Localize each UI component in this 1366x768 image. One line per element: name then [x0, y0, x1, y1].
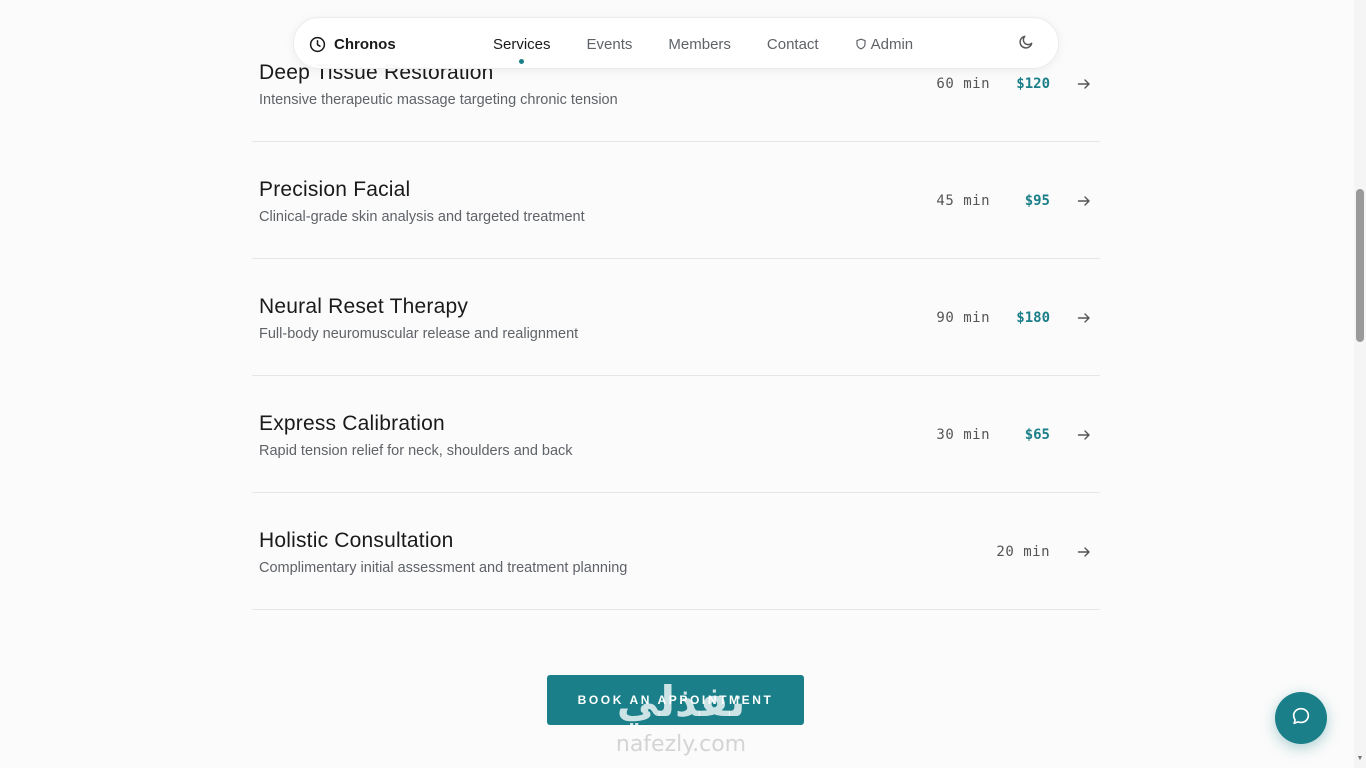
service-price: $95: [1024, 193, 1050, 209]
service-description: Rapid tension relief for neck, shoulders…: [259, 443, 573, 459]
service-price: $180: [1016, 310, 1050, 326]
arrow-right-icon[interactable]: [1076, 427, 1092, 443]
service-row[interactable]: Neural Reset Therapy Full-body neuromusc…: [252, 259, 1100, 376]
service-description: Clinical-grade skin analysis and targete…: [259, 209, 585, 225]
service-price: $120: [1016, 76, 1050, 92]
nav-link-contact[interactable]: Contact: [767, 36, 819, 53]
arrow-right-icon[interactable]: [1076, 76, 1092, 92]
watermark-latin: nafezly.com: [615, 732, 747, 757]
service-meta: 60 min $120: [936, 73, 1092, 95]
brand-name: Chronos: [334, 35, 396, 53]
service-meta: 30 min $65: [936, 424, 1092, 446]
service-description: Intensive therapeutic massage targeting …: [259, 92, 618, 108]
book-appointment-button[interactable]: BOOK AN APPOINTMENT: [547, 675, 804, 725]
service-row[interactable]: Express Calibration Rapid tension relief…: [252, 376, 1100, 493]
service-description: Full-body neuromuscular release and real…: [259, 326, 579, 342]
navbar: Chronos Services Events Members Contact …: [293, 17, 1059, 69]
scrollbar-thumb[interactable]: [1356, 189, 1364, 342]
service-duration: 30 min: [936, 427, 990, 443]
nav-links: Services Events Members Contact Admin: [493, 18, 949, 70]
service-title: Express Calibration: [259, 412, 445, 435]
scroll-down-arrow-icon[interactable]: ▼: [1356, 755, 1364, 763]
nav-link-events[interactable]: Events: [587, 36, 633, 53]
moon-icon: [1018, 33, 1035, 55]
nav-link-services[interactable]: Services: [493, 36, 551, 64]
service-duration: 20 min: [996, 544, 1050, 560]
service-meta: 20 min: [996, 541, 1092, 563]
service-title: Neural Reset Therapy: [259, 295, 469, 318]
scrollbar[interactable]: ▼: [1354, 0, 1366, 768]
shield-icon: [855, 38, 867, 50]
service-duration: 45 min: [936, 193, 990, 209]
clock-icon: [309, 36, 326, 53]
nav-link-members[interactable]: Members: [668, 36, 731, 53]
arrow-right-icon[interactable]: [1076, 193, 1092, 209]
nav-link-admin-label: Admin: [870, 35, 914, 53]
service-meta: 45 min $95: [936, 190, 1092, 212]
arrow-right-icon[interactable]: [1076, 310, 1092, 326]
theme-toggle-button[interactable]: [1016, 34, 1036, 54]
service-description: Complimentary initial assessment and tre…: [259, 560, 628, 576]
service-title: Precision Facial: [259, 178, 411, 201]
service-row[interactable]: Holistic Consultation Complimentary init…: [252, 493, 1100, 610]
service-meta: 90 min $180: [936, 307, 1092, 329]
service-price: $65: [1024, 427, 1050, 443]
brand[interactable]: Chronos: [309, 18, 396, 70]
arrow-right-icon[interactable]: [1076, 544, 1092, 560]
service-duration: 60 min: [936, 76, 990, 92]
chat-bubble-icon: [1290, 705, 1312, 732]
service-row[interactable]: Precision Facial Clinical-grade skin ana…: [252, 142, 1100, 259]
services-list: Deep Tissue Restoration Intensive therap…: [252, 25, 1100, 610]
service-title: Holistic Consultation: [259, 529, 454, 552]
service-duration: 90 min: [936, 310, 990, 326]
nav-link-admin[interactable]: Admin: [855, 35, 914, 53]
chat-button[interactable]: [1275, 692, 1327, 744]
